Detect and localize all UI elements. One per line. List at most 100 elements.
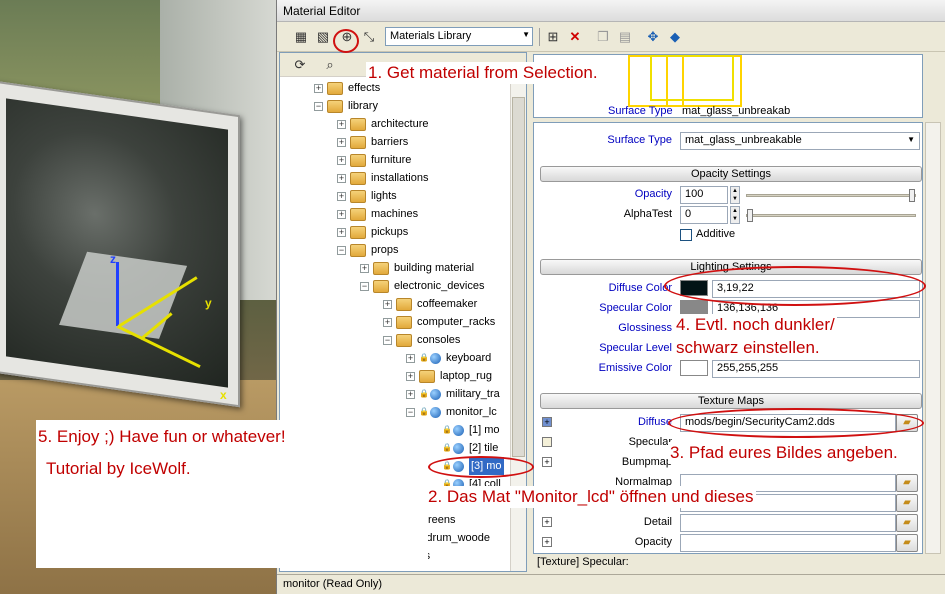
alphatest-input[interactable]: 0	[680, 206, 728, 224]
expand-icon[interactable]: +	[314, 83, 323, 93]
refresh-icon[interactable]: ⟳	[290, 55, 310, 75]
window-title: Material Editor	[277, 0, 945, 22]
tree-item-label: installations	[371, 172, 429, 184]
additive-checkbox[interactable]	[680, 229, 692, 241]
tree-item[interactable]: + installations	[337, 169, 428, 187]
collapse-icon[interactable]: −	[337, 245, 346, 255]
tex-detail-input[interactable]	[680, 514, 896, 532]
tree-item[interactable]: + furniture	[337, 151, 411, 169]
tree-scroll-thumb[interactable]	[512, 97, 525, 457]
assign-icon[interactable]: ✥	[643, 27, 663, 47]
tree-item[interactable]: + machines	[337, 205, 418, 223]
tex-detail-label: Detail	[643, 516, 672, 528]
preview-icon[interactable]: ◆	[665, 27, 685, 47]
tree-item[interactable]: + architecture	[337, 115, 428, 133]
expand-icon[interactable]	[542, 437, 552, 447]
expand-icon[interactable]: +	[542, 457, 552, 467]
delete-icon[interactable]: ✕	[565, 27, 585, 47]
tree-item[interactable]: − props	[337, 241, 399, 259]
add-submaterial-icon[interactable]: ▧	[313, 27, 333, 47]
chevron-down-icon: ▼	[907, 135, 915, 144]
browse-folder-icon[interactable]: ▰	[896, 494, 918, 512]
search-icon[interactable]: ⌕	[320, 55, 340, 75]
tree-item[interactable]: 🔒 [2] tile	[429, 439, 498, 457]
tree-item[interactable]: + 🔒 military_tra	[406, 385, 500, 403]
tree-item[interactable]: + computer_racks	[383, 313, 495, 331]
alphatest-label: AlphaTest	[623, 208, 672, 220]
expand-icon[interactable]: +	[337, 191, 346, 201]
preview-surface-type-label: Surface Type	[608, 105, 673, 117]
library-select[interactable]: Materials Library ▼	[385, 27, 533, 46]
opacity-section-header[interactable]: Opacity Settings	[540, 166, 922, 182]
copy-icon[interactable]: ❐	[593, 27, 613, 47]
browse-folder-icon[interactable]: ▰	[896, 474, 918, 492]
expand-icon[interactable]: +	[337, 173, 346, 183]
add-material-icon[interactable]: ▦	[291, 27, 311, 47]
tree-item[interactable]: + barriers	[337, 133, 408, 151]
tree-item-label: consoles	[417, 334, 461, 346]
collapse-icon[interactable]: −	[360, 281, 369, 291]
folder-icon	[350, 207, 366, 221]
emissive-color-label: Emissive Color	[598, 362, 672, 374]
expand-icon[interactable]: +	[337, 119, 346, 129]
tree-item[interactable]: + laptop_rug	[406, 367, 492, 385]
surface-type-select[interactable]: mat_glass_unbreakable ▼	[680, 132, 920, 150]
folder-icon	[350, 225, 366, 239]
tree-item[interactable]: − 🔒 monitor_lc	[406, 403, 497, 421]
tree-item[interactable]: 🔒 [1] mo	[429, 421, 500, 439]
tree-item[interactable]: − library	[314, 97, 378, 115]
tex-specular-label: Specular	[628, 436, 672, 448]
tree-item[interactable]: − consoles	[383, 331, 460, 349]
tree-item[interactable]: − electronic_devices	[360, 277, 485, 295]
collapse-icon[interactable]: −	[406, 407, 415, 417]
material-icon	[429, 352, 441, 364]
opacity-spinner[interactable]: ▲ ▼	[730, 186, 740, 204]
expand-icon[interactable]: +	[337, 137, 346, 147]
expand-icon[interactable]: +	[542, 537, 552, 547]
collapse-icon[interactable]: −	[383, 335, 392, 345]
expand-icon[interactable]: +	[337, 227, 346, 237]
expand-icon[interactable]: +	[406, 371, 415, 381]
paste-icon[interactable]: ▤	[615, 27, 635, 47]
axis-y-label: y	[205, 296, 212, 310]
annotation-credit: Tutorial by IceWolf.	[46, 459, 191, 478]
tex-opacity-input[interactable]	[680, 534, 896, 552]
tree-item[interactable]: + coffeemaker	[383, 295, 477, 313]
additive-label: Additive	[696, 228, 736, 240]
alphatest-slider[interactable]	[746, 209, 916, 222]
pick-icon[interactable]: ⤡	[359, 27, 379, 47]
emissive-color-input[interactable]: 255,255,255	[712, 360, 920, 378]
alphatest-spinner[interactable]: ▲ ▼	[730, 206, 740, 224]
lock-icon: 🔒	[442, 443, 452, 452]
expand-icon[interactable]: +	[337, 209, 346, 219]
opacity-slider[interactable]	[746, 189, 916, 202]
tree-item-label: pickups	[371, 226, 409, 238]
add-icon[interactable]: ⊞	[543, 27, 563, 47]
browse-folder-icon[interactable]: ▰	[896, 534, 918, 552]
tree-item[interactable]: + lights	[337, 187, 397, 205]
expand-icon[interactable]: +	[360, 263, 369, 273]
expand-icon[interactable]: +	[383, 317, 392, 327]
texture-section-header[interactable]: Texture Maps	[540, 393, 922, 409]
expand-icon[interactable]: +	[542, 517, 552, 527]
tree-item[interactable]: + pickups	[337, 223, 408, 241]
toolbar: ▦ ▧ ⊕ ⤡ Materials Library ▼ ⊞ ✕ ❐ ▤ ✥ ◆	[277, 22, 945, 52]
folder-icon	[350, 117, 366, 131]
expand-icon[interactable]: +	[406, 389, 415, 399]
tree-item[interactable]: + 🔒 keyboard	[406, 349, 491, 367]
monitor-model[interactable]	[0, 80, 240, 408]
collapse-icon[interactable]: −	[314, 101, 323, 111]
properties-scrollbar[interactable]	[925, 122, 941, 554]
opacity-input[interactable]: 100	[680, 186, 728, 204]
expand-icon[interactable]: +	[383, 299, 392, 309]
emissive-color-swatch[interactable]	[680, 360, 708, 376]
browse-folder-icon[interactable]: ▰	[896, 514, 918, 532]
gizmo-z-axis[interactable]	[116, 262, 119, 326]
opacity-slider-knob[interactable]	[909, 189, 915, 202]
expand-icon[interactable]: +	[406, 353, 415, 363]
expand-icon[interactable]: +	[337, 155, 346, 165]
expand-icon[interactable]: +	[542, 417, 552, 427]
monitor-screen	[6, 98, 228, 388]
alphatest-slider-knob[interactable]	[747, 209, 753, 222]
tree-item[interactable]: + building material	[360, 259, 474, 277]
